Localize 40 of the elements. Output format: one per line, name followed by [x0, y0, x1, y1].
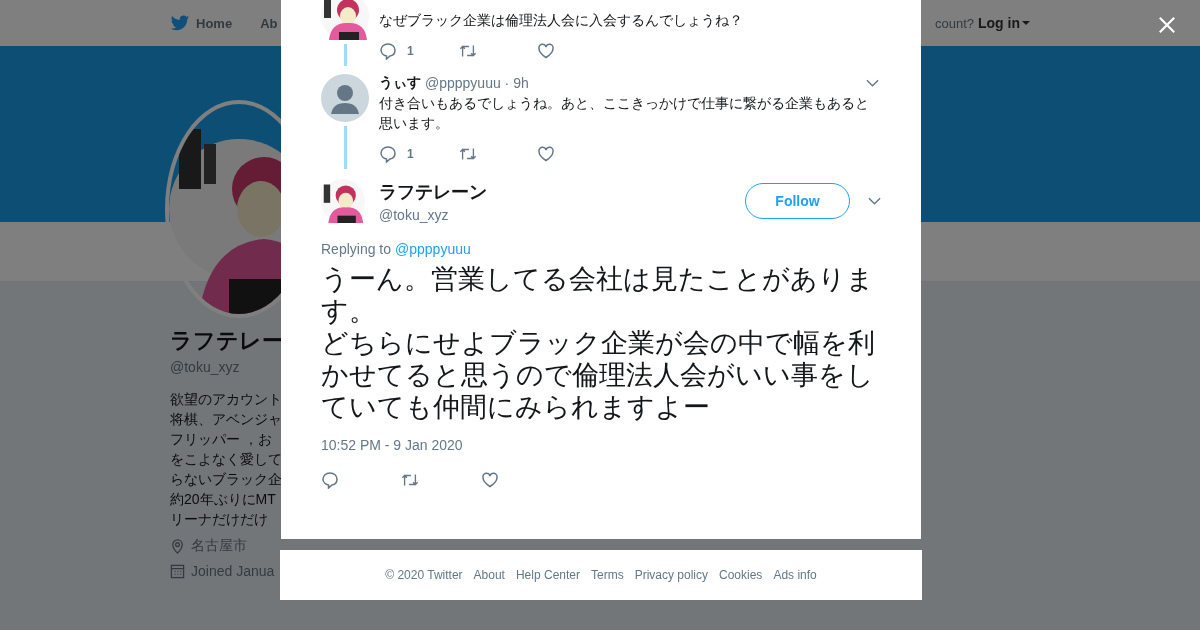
- follow-button[interactable]: Follow: [745, 183, 850, 219]
- joined-text: Joined Janua: [191, 563, 275, 579]
- reply-count: 1: [407, 147, 414, 161]
- location-pin-icon: [170, 538, 185, 554]
- tweet-timestamp[interactable]: 10:52 PM - 9 Jan 2020: [321, 437, 881, 453]
- author-handle: @toku_xyz: [379, 206, 450, 223]
- footer-link[interactable]: Ads info: [773, 568, 817, 582]
- reply-icon[interactable]: [379, 145, 397, 163]
- profile-bio: 欲望のアカウント 将棋、アベンジャ フリッパー ，お をこよなく愛して らないブラック企 約20年ぶりにMT リーナだけだけ: [170, 390, 282, 529]
- home-link[interactable]: Home: [196, 15, 233, 31]
- reply-icon[interactable]: [379, 42, 397, 60]
- profile-handle: @toku_xyz: [170, 359, 241, 375]
- reply-count: 1: [407, 44, 414, 58]
- heart-icon[interactable]: [481, 471, 499, 489]
- heart-icon[interactable]: [537, 42, 555, 60]
- footer-link[interactable]: Cookies: [719, 568, 763, 582]
- close-icon[interactable]: [1158, 16, 1176, 34]
- nav-link[interactable]: Ab: [260, 15, 278, 31]
- tweet-text: うーん。営業してる会社は見たことがあります。 どちらにせよブラック企業が会の中で幅を利かせてると思うので倫理法人会がいい事をしていても仲間にみられますよー: [321, 263, 876, 423]
- login-prompt: count?: [934, 15, 974, 31]
- tweet-text: なぜブラック企業は倫理法人会に入会するんでしょうね？: [379, 11, 744, 30]
- calendar-icon: [170, 563, 185, 579]
- chevron-down-icon[interactable]: [866, 79, 879, 87]
- author-name[interactable]: ラフテレーン: [379, 179, 487, 204]
- heart-icon[interactable]: [537, 145, 555, 163]
- login-link[interactable]: Log in: [978, 15, 1030, 31]
- tweet-text: 付き合いもあるでしょうね。あと、ここきっかけで仕事に繋がる企業もあると思います。: [379, 94, 870, 133]
- footer-link[interactable]: About: [473, 568, 505, 582]
- replying-label: Replying to: [321, 241, 392, 257]
- author-name[interactable]: うぃす: [379, 74, 421, 92]
- footer-link[interactable]: © 2020 Twitter: [385, 568, 463, 582]
- chevron-down-icon[interactable]: [868, 197, 881, 205]
- footer-link[interactable]: Terms: [591, 568, 624, 582]
- default-avatar-icon: [321, 74, 369, 122]
- footer-link[interactable]: Help Center: [515, 568, 580, 582]
- location-text: 名古屋市: [191, 537, 247, 555]
- handle-time: @ppppyuuu · 9h: [425, 75, 529, 91]
- reply-icon[interactable]: [321, 471, 339, 489]
- footer-link[interactable]: Privacy policy: [634, 568, 708, 582]
- mention-link[interactable]: @ppppyuuu: [395, 241, 471, 257]
